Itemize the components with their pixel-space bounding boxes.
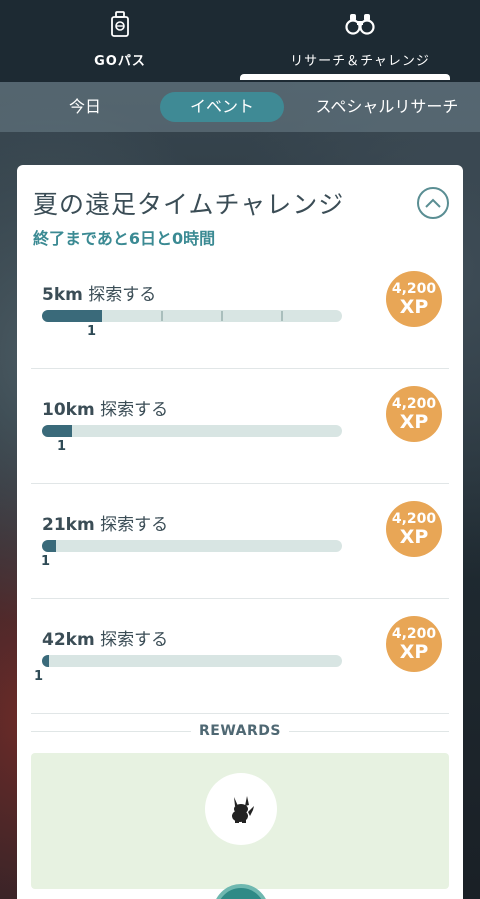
- task-label: 21km 探索する: [42, 510, 168, 535]
- xp-amount: 4,200: [391, 510, 437, 527]
- task-distance: 42km: [42, 630, 95, 650]
- rewards-panel: [31, 753, 449, 889]
- progress-bar: [42, 655, 342, 667]
- xp-reward-badge: 4,200 XP: [386, 271, 442, 327]
- progress-fill: [42, 425, 72, 437]
- xp-unit: XP: [399, 295, 429, 318]
- go-pass-icon: [110, 10, 130, 38]
- xp-reward-badge: 4,200 XP: [386, 501, 442, 557]
- tab-go-pass-label: GOパス: [94, 54, 146, 69]
- progress-count: 1: [41, 554, 51, 569]
- xp-amount: 4,200: [391, 625, 437, 642]
- reward-pokemon[interactable]: [205, 773, 277, 845]
- task-action: 探索する: [100, 400, 169, 420]
- task-distance: 21km: [42, 515, 95, 535]
- task-action: 探索する: [100, 630, 169, 650]
- xp-amount: 4,200: [391, 280, 437, 297]
- collapse-button[interactable]: [417, 187, 449, 219]
- challenge-card: 夏の遠足タイムチャレンジ 終了まであと6日と0時間 5km 探索する 1 4,2…: [17, 165, 463, 899]
- progress-fill: [42, 540, 57, 552]
- subtab-event[interactable]: イベント: [160, 92, 284, 122]
- progress-bar: [42, 310, 342, 322]
- tab-go-pass[interactable]: GOパス: [0, 0, 240, 82]
- xp-reward-badge: 4,200 XP: [386, 616, 442, 672]
- task-row-42km: 42km 探索する 1 4,200 XP: [31, 600, 449, 714]
- progress-count: 1: [34, 669, 44, 684]
- progress-count: 1: [87, 324, 97, 339]
- subtab-special-research[interactable]: スペシャルリサーチ: [312, 92, 462, 122]
- progress-tick: [161, 311, 163, 321]
- progress-bar: [42, 425, 342, 437]
- challenge-title: 夏の遠足タイムチャレンジ: [33, 190, 345, 219]
- rewards-label: REWARDS: [199, 723, 281, 739]
- tab-research-label: リサーチ＆チャレンジ: [290, 54, 430, 69]
- progress-tick: [221, 311, 223, 321]
- progress-count: 1: [57, 439, 67, 454]
- challenge-time-left: 終了まであと6日と0時間: [33, 229, 216, 248]
- task-row-21km: 21km 探索する 1 4,200 XP: [31, 485, 449, 599]
- task-row-10km: 10km 探索する 1 4,200 XP: [31, 370, 449, 484]
- rewards-header: REWARDS: [31, 717, 449, 747]
- xp-reward-badge: 4,200 XP: [386, 386, 442, 442]
- task-row-5km: 5km 探索する 1 4,200 XP: [31, 255, 449, 369]
- task-action: 探索する: [100, 515, 169, 535]
- xp-unit: XP: [399, 525, 429, 548]
- subtab-today[interactable]: 今日: [55, 92, 115, 122]
- task-label: 42km 探索する: [42, 625, 168, 650]
- pikachu-silhouette-icon: [232, 796, 254, 823]
- binoculars-icon: [345, 10, 375, 38]
- task-label: 10km 探索する: [42, 395, 168, 420]
- chevron-up-icon: [425, 198, 441, 208]
- task-distance: 5km: [42, 285, 83, 305]
- task-label: 5km 探索する: [42, 280, 156, 305]
- task-distance: 10km: [42, 400, 95, 420]
- task-action: 探索する: [88, 285, 157, 305]
- progress-tick: [281, 311, 283, 321]
- xp-amount: 4,200: [391, 395, 437, 412]
- top-tab-bar: GOパス リサーチ＆チャレンジ: [0, 0, 480, 82]
- xp-unit: XP: [399, 410, 429, 433]
- sub-tab-bar: 今日 イベント スペシャルリサーチ: [0, 82, 480, 132]
- tab-research-challenge[interactable]: リサーチ＆チャレンジ: [240, 0, 480, 82]
- progress-bar: [42, 540, 342, 552]
- xp-unit: XP: [399, 640, 429, 663]
- progress-fill: [42, 655, 50, 667]
- active-tab-indicator: [240, 74, 450, 80]
- progress-fill: [42, 310, 102, 322]
